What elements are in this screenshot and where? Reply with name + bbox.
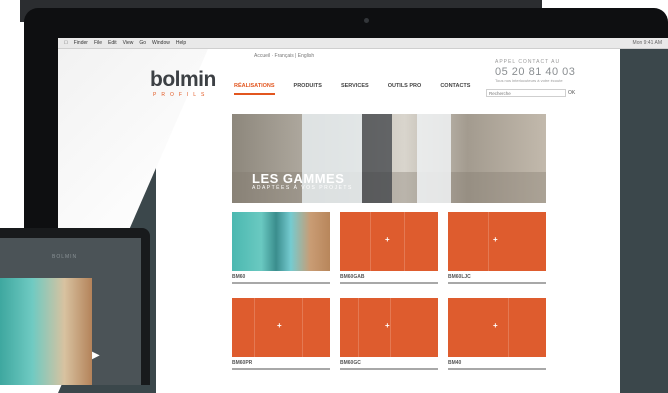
menu-go[interactable]: Go (139, 40, 146, 46)
plus-icon: + (385, 321, 390, 330)
plus-icon: + (385, 235, 390, 244)
product-card[interactable]: BM60 (232, 212, 330, 284)
hero-glass-panel (362, 114, 392, 203)
contact-phone[interactable]: 05 20 81 40 03 (495, 66, 575, 78)
product-card[interactable]: + BM40 (448, 298, 546, 370)
tablet-screen: BOLMIN (0, 238, 141, 385)
product-label[interactable]: BM60LJC (448, 274, 546, 284)
product-card[interactable]: + BM60PR (232, 298, 330, 370)
camera-icon (364, 18, 369, 23)
plus-icon: + (493, 235, 498, 244)
search-input[interactable]: Recherche (486, 89, 566, 97)
plus-icon: + (493, 321, 498, 330)
product-thumbnail[interactable]: + (340, 298, 438, 357)
hero-banner[interactable]: LES GAMMES ADAPTÉES À VOS PROJETS (232, 114, 546, 203)
nav-contacts[interactable]: CONTACTS (440, 83, 470, 95)
menu-view[interactable]: View (123, 40, 134, 46)
nav-realisations[interactable]: RÉALISATIONS (234, 83, 275, 95)
tablet-header: BOLMIN (52, 254, 78, 260)
menu-window[interactable]: Window (152, 40, 170, 46)
product-thumbnail[interactable]: + (340, 212, 438, 271)
nav-services[interactable]: SERVICES (341, 83, 369, 95)
product-label[interactable]: BM60GAB (340, 274, 438, 284)
product-label[interactable]: BM60 (232, 274, 330, 284)
product-thumbnail[interactable]: + (232, 298, 330, 357)
product-thumbnail[interactable]: + (448, 298, 546, 357)
hero-subtitle: ADAPTÉES À VOS PROJETS (252, 185, 353, 191)
product-label[interactable]: BM60PR (232, 360, 330, 370)
menubar-clock: Mon 9:41 AM (632, 40, 662, 46)
plus-icon: + (277, 321, 282, 330)
product-card[interactable]: + BM60LJC (448, 212, 546, 284)
site-logo[interactable]: bolmin (150, 68, 216, 92)
language-links[interactable]: Accueil · Français | English (254, 53, 314, 59)
hero-glass-panel (417, 114, 451, 203)
nav-produits[interactable]: PRODUITS (294, 83, 322, 95)
menu-help[interactable]: Help (176, 40, 186, 46)
product-label[interactable]: BM60GC (340, 360, 438, 370)
nav-outils-pro[interactable]: OUTILS PRO (388, 83, 422, 95)
tablet-device: BOLMIN (0, 228, 150, 385)
product-card[interactable]: + BM60GAB (340, 212, 438, 284)
menu-edit[interactable]: Edit (108, 40, 117, 46)
tablet-image[interactable] (0, 278, 92, 385)
product-thumbnail[interactable]: + (448, 212, 546, 271)
product-card[interactable]: + BM60GC (340, 298, 438, 370)
menu-file[interactable]: File (94, 40, 102, 46)
contact-subtext: Tous nos interlocuteurs à votre écoute (495, 78, 563, 83)
mac-menubar:  Finder File Edit View Go Window Help M… (58, 38, 668, 49)
product-thumbnail[interactable] (232, 212, 330, 271)
search-button[interactable]: OK (568, 90, 575, 96)
chevron-right-icon[interactable]: ▶ (92, 350, 100, 361)
logo-tagline: PROFILS (153, 92, 210, 98)
contact-label: APPEL CONTACT AU (495, 59, 561, 65)
menu-finder[interactable]: Finder (74, 40, 88, 46)
product-label[interactable]: BM40 (448, 360, 546, 370)
hero-title: LES GAMMES (252, 171, 345, 186)
apple-icon[interactable]:  (64, 40, 68, 46)
main-nav: RÉALISATIONS PRODUITS SERVICES OUTILS PR… (234, 83, 489, 95)
right-side-panel (620, 49, 668, 393)
